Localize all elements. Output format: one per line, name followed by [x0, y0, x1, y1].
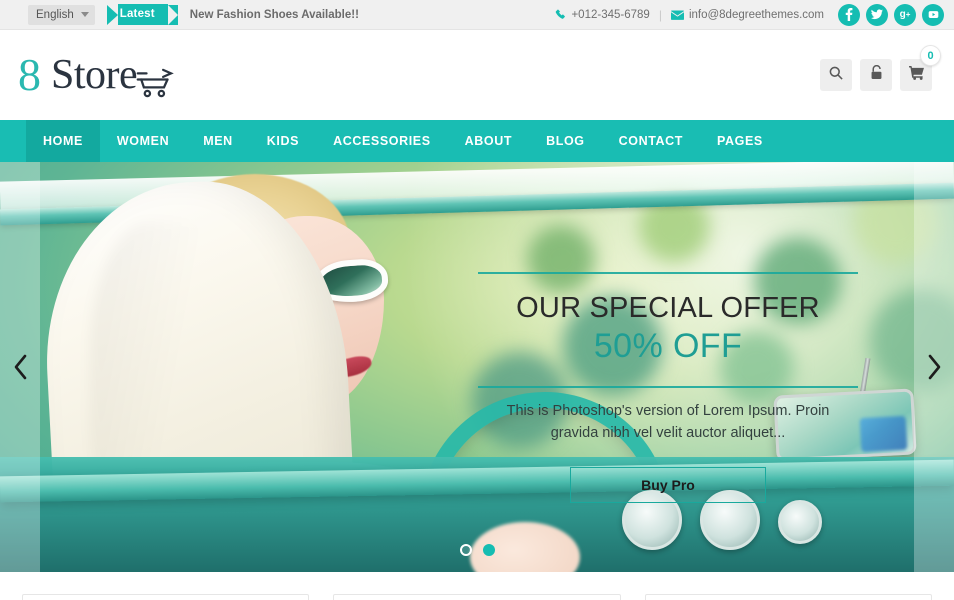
- nav-item-home[interactable]: HOME: [26, 120, 100, 162]
- buy-pro-button[interactable]: Buy Pro: [570, 466, 766, 503]
- nav-item-accessories[interactable]: ACCESSORIES: [316, 120, 448, 162]
- latest-ribbon: Latest: [106, 4, 178, 25]
- slider-next-button[interactable]: [914, 162, 954, 572]
- social-links: g +: [838, 3, 944, 26]
- hero-slider: OUR SPECIAL OFFER 50% OFF This is Photos…: [0, 162, 954, 572]
- nav-item-blog[interactable]: BLOG: [529, 120, 602, 162]
- chevron-right-icon: [927, 354, 942, 380]
- caption-top-rule: [478, 272, 858, 274]
- envelope-icon: [670, 10, 684, 20]
- lock-icon: [870, 64, 883, 85]
- cart-icon: [908, 65, 924, 85]
- main-navigation: HOME WOMEN MEN KIDS ACCESSORIES ABOUT BL…: [0, 120, 954, 162]
- cart-count-badge: 0: [920, 45, 941, 66]
- slider-pagination: [0, 544, 954, 556]
- top-bar-right: +012-345-6789 | info@8degreethemes.com g…: [555, 3, 954, 26]
- hero-caption: OUR SPECIAL OFFER 50% OFF This is Photos…: [478, 272, 858, 503]
- ribbon-notch-icon: [167, 4, 178, 25]
- phone-number: +012-345-6789: [571, 8, 650, 21]
- hero-subheading: 50% OFF: [593, 327, 743, 365]
- nav-item-kids[interactable]: KIDS: [250, 120, 316, 162]
- product-card-2[interactable]: [333, 594, 621, 600]
- news-ticker-text: New Fashion Shoes Available!!: [189, 8, 359, 21]
- product-card-1[interactable]: [22, 594, 310, 600]
- twitter-icon[interactable]: [866, 3, 888, 26]
- language-label: English: [36, 8, 74, 21]
- site-header: 8 Store 0: [0, 30, 954, 120]
- nav-item-contact[interactable]: CONTACT: [602, 120, 700, 162]
- caption-bottom-rule: [478, 386, 858, 388]
- account-button[interactable]: [860, 59, 892, 91]
- hero-heading: OUR SPECIAL OFFER: [516, 292, 820, 324]
- google-plus-icon[interactable]: g +: [894, 3, 916, 26]
- slider-dot-2[interactable]: [482, 544, 495, 556]
- chevron-left-icon: [13, 354, 28, 380]
- email-address: info@8degreethemes.com: [688, 8, 824, 21]
- hero-description: This is Photoshop's version of Lorem Ips…: [506, 403, 830, 442]
- logo-word: Store: [51, 52, 138, 98]
- product-card-3[interactable]: [644, 594, 932, 600]
- cart-button[interactable]: 0: [900, 45, 941, 91]
- ribbon-arrow-icon: [106, 4, 118, 25]
- search-icon: [829, 66, 843, 85]
- nav-item-men[interactable]: MEN: [186, 120, 250, 162]
- nav-item-about[interactable]: ABOUT: [448, 120, 529, 162]
- shopping-cart-icon: [136, 68, 178, 98]
- slider-dot-1[interactable]: [459, 544, 472, 556]
- search-button[interactable]: [820, 59, 852, 91]
- chevron-down-icon: [80, 12, 89, 17]
- phone-icon: [555, 9, 566, 20]
- logo-mark: 8: [18, 49, 41, 100]
- latest-label: Latest: [117, 4, 168, 25]
- language-selector[interactable]: English: [28, 4, 95, 25]
- nav-item-women[interactable]: WOMEN: [100, 120, 186, 162]
- facebook-icon[interactable]: [838, 3, 860, 26]
- nav-item-pages[interactable]: PAGES: [700, 120, 780, 162]
- site-logo[interactable]: 8 Store: [18, 49, 174, 100]
- header-actions: 0: [820, 45, 954, 91]
- phone-contact[interactable]: +012-345-6789: [555, 8, 650, 21]
- top-bar: English Latest New Fashion Shoes Availab…: [0, 0, 954, 30]
- youtube-icon[interactable]: [922, 3, 944, 26]
- slider-prev-button[interactable]: [0, 162, 40, 572]
- email-contact[interactable]: info@8degreethemes.com: [670, 8, 824, 21]
- product-card-strip: [0, 572, 954, 600]
- contact-separator: |: [658, 7, 662, 22]
